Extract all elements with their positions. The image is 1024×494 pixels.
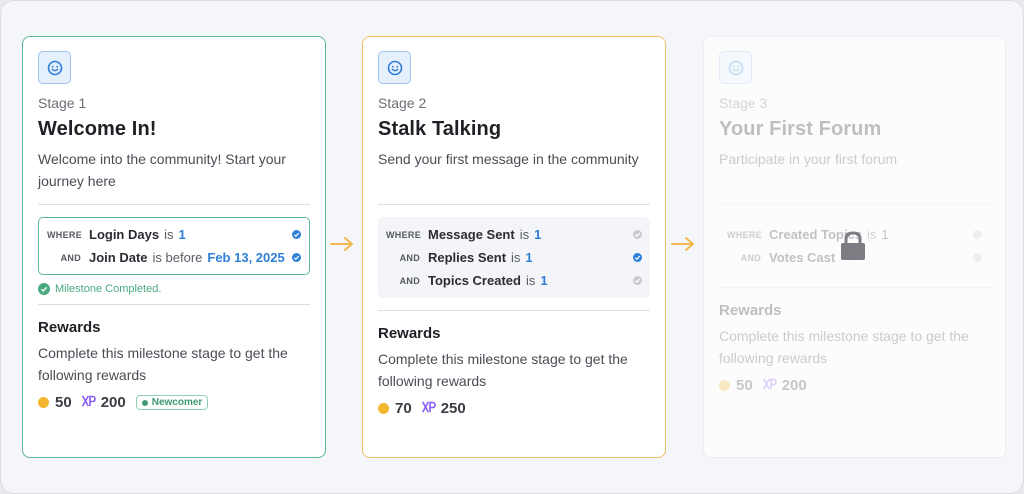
condition-operator: is before (152, 250, 203, 265)
coin-amount: 50 (736, 377, 753, 394)
divider (38, 204, 310, 205)
condition-field: Join Date (89, 250, 148, 265)
rewards-description: Complete this milestone stage to get the… (378, 351, 628, 389)
arrow-right-icon (670, 236, 696, 257)
stage-label: Stage 1 (38, 95, 87, 111)
condition-value: 1 (534, 227, 542, 242)
divider (719, 204, 990, 205)
arrow-right-icon (329, 236, 355, 257)
stage-title: Welcome In! (38, 118, 157, 140)
check-icon (633, 230, 642, 239)
condition-value: 1 (525, 250, 533, 265)
check-icon (633, 276, 642, 285)
check-icon (292, 230, 301, 239)
xp-icon (81, 394, 96, 411)
condition-row: WHERE Login Days is 1 (47, 223, 301, 246)
xp-amount: 250 (440, 400, 466, 417)
divider (378, 204, 650, 205)
condition-field: Message Sent (428, 227, 515, 242)
condition-row: WHERE Message Sent is 1 (386, 223, 642, 246)
rewards-title: Rewards (38, 319, 101, 336)
coin-icon (38, 397, 49, 408)
condition-keyword: AND (60, 252, 81, 263)
condition-keyword: AND (740, 252, 761, 263)
condition-keyword: AND (399, 275, 420, 286)
lock-icon (838, 230, 868, 267)
divider (719, 287, 990, 288)
condition-row: AND Topics Created is 1 (386, 269, 642, 292)
stage-label: Stage 3 (719, 95, 768, 111)
rewards-description: Complete this milestone stage to get the… (38, 345, 288, 383)
condition-keyword: AND (399, 252, 420, 263)
rewards-title: Rewards (719, 302, 782, 319)
rewards-row: 50 200 (719, 377, 990, 394)
milestone-text: Milestone Completed. (55, 283, 162, 295)
check-icon (973, 230, 982, 239)
condition-box: WHERE Login Days is 1 AND Join Date is b… (38, 217, 310, 275)
stage-label: Stage 2 (378, 95, 427, 111)
stage-card-2[interactable]: Stage 2 Stalk Talking Send your first me… (362, 36, 666, 458)
condition-operator: is (164, 227, 174, 242)
rewards-description: Complete this milestone stage to get the… (719, 328, 969, 366)
condition-field: Login Days (89, 227, 160, 242)
rewards-row: 70 250 (378, 400, 650, 417)
condition-keyword: WHERE (727, 229, 762, 240)
check-icon (973, 253, 982, 262)
condition-field: Votes Cast (769, 250, 836, 265)
stage-card-1[interactable]: Stage 1 Welcome In! Welcome into the com… (22, 36, 326, 458)
stage-title: Your First Forum (719, 118, 882, 140)
milestone-status: Milestone Completed. (38, 283, 310, 295)
smiley-icon (378, 51, 411, 84)
condition-value: 1 (178, 227, 186, 242)
smiley-icon (719, 51, 752, 84)
divider (378, 310, 650, 311)
rewards-title: Rewards (378, 325, 441, 342)
smiley-icon (38, 51, 71, 84)
coin-amount: 70 (395, 400, 412, 417)
coin-icon (719, 380, 730, 391)
divider (38, 304, 310, 305)
stage-description: Send your first message in the community (378, 151, 639, 167)
xp-icon (421, 400, 436, 417)
reward-tag: Newcomer (135, 395, 209, 410)
coin-amount: 50 (55, 394, 72, 411)
xp-amount: 200 (100, 394, 126, 411)
locked-stage-content: Stage 3 Your First Forum Participate in … (719, 51, 990, 394)
coin-icon (378, 403, 389, 414)
check-circle-icon (38, 283, 50, 295)
condition-box: WHERE Message Sent is 1 AND Replies Sent… (378, 217, 650, 298)
check-icon (633, 253, 642, 262)
condition-keyword: WHERE (47, 229, 82, 240)
stage-description: Welcome into the community! Start your j… (38, 151, 286, 189)
stage-description: Participate in your first forum (719, 151, 898, 167)
condition-value: Feb 13, 2025 (207, 250, 285, 265)
condition-row: AND Replies Sent is 1 (386, 246, 642, 269)
xp-amount: 200 (781, 377, 807, 394)
condition-operator: is (525, 273, 536, 288)
condition-value: 1 (881, 227, 889, 242)
xp-icon (762, 377, 777, 394)
condition-keyword: WHERE (386, 229, 421, 240)
condition-operator: is (511, 250, 521, 265)
rewards-row: 50 200 Newcomer (38, 394, 310, 411)
condition-row: AND Join Date is before Feb 13, 2025 (47, 246, 301, 269)
check-icon (292, 253, 301, 262)
tag-label: Newcomer (151, 397, 203, 408)
stage-title: Stalk Talking (378, 118, 502, 140)
condition-operator: is (866, 227, 877, 242)
condition-operator: is (519, 227, 530, 242)
condition-field: Replies Sent (428, 250, 507, 265)
tag-dot (141, 399, 148, 406)
condition-value: 1 (540, 273, 548, 288)
condition-field: Topics Created (428, 273, 521, 288)
